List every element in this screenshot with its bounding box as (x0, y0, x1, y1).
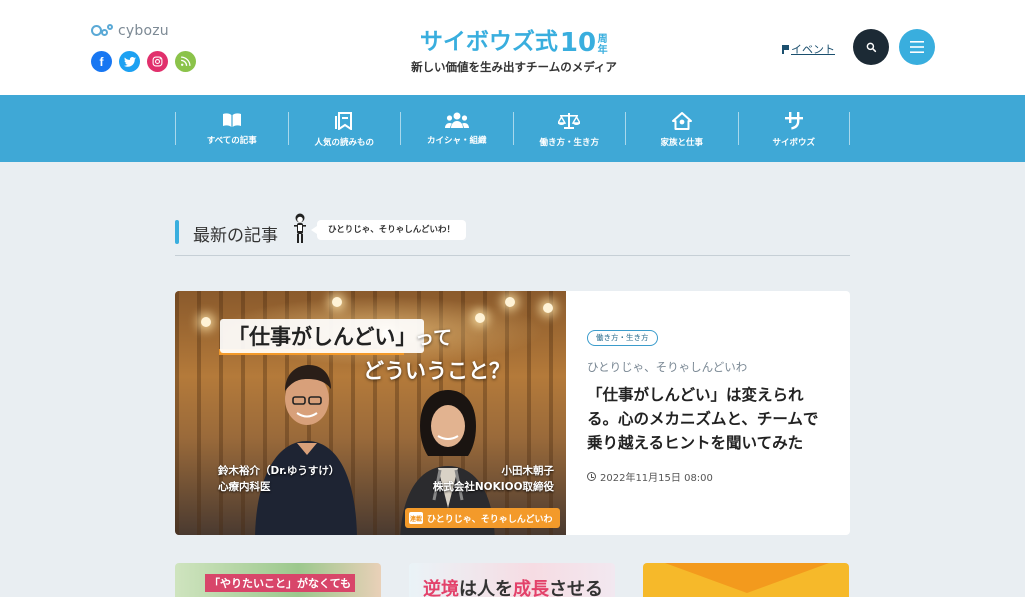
brand-title: サイボウズ式 (419, 29, 558, 55)
nav-item-label: カイシャ・組織 (426, 136, 487, 146)
speech-bubble: ひとりじゃ、そりゃしんどいわ！ (311, 220, 466, 240)
series-badge: 連載 ひとりじゃ、そりゃしんどいわ (405, 508, 561, 528)
category-tag[interactable]: 働き方・生き方 (587, 330, 658, 346)
image-headline-tte: って (415, 327, 453, 349)
nav-item-label: 人気の読みもの (314, 138, 374, 148)
section-accent-bar (175, 220, 179, 244)
clock-icon (587, 472, 596, 481)
search-button[interactable] (853, 29, 889, 65)
event-link[interactable]: イベント (782, 41, 835, 57)
facebook-icon[interactable]: f (91, 51, 112, 72)
mascot-icon (294, 213, 306, 243)
nav-item-popular[interactable]: 人気の読みもの (287, 112, 401, 148)
twitter-icon[interactable] (119, 51, 140, 72)
article-series[interactable]: ひとりじゃ、そりゃしんどいわ (587, 359, 827, 375)
people-icon (444, 112, 469, 128)
nav-item-label: サイボウズ (772, 138, 815, 148)
bookmark-icon (335, 112, 353, 130)
brand-tagline: 新しい価値を生み出すチームのメディア (411, 60, 617, 74)
person-man-figure (255, 365, 357, 535)
series-badge-label: ひとりじゃ、そりゃしんどいわ (427, 514, 553, 525)
rss-icon[interactable] (175, 51, 196, 72)
nav-item-company[interactable]: カイシャ・組織 (400, 112, 513, 146)
nav-item-family[interactable]: 家族と仕事 (625, 112, 738, 148)
search-icon (866, 42, 876, 52)
nav-item-label: 働き方・生き方 (539, 138, 599, 148)
nav-item-label: 家族と仕事 (660, 138, 703, 148)
cybozu-logo-mark (91, 22, 115, 40)
brand-ten: 10 (559, 28, 597, 58)
book-icon (222, 112, 242, 128)
article-date: 2022年11月15日 08:00 (587, 469, 827, 484)
image-headline-rest: どういうこと？ (363, 359, 510, 383)
house-icon (671, 112, 692, 130)
instagram-icon[interactable] (147, 51, 168, 72)
article-card[interactable]: 逆境は人を成長させる (409, 563, 615, 597)
hamburger-icon (910, 41, 924, 53)
event-link-label: イベント (791, 43, 835, 56)
category-nav: すべての記事 人気の読みもの カイシャ・組織 働き方・生き方 家族と仕事 サイボ… (0, 95, 1025, 162)
featured-article-image[interactable]: 「仕事がしんどい」 って どういうこと？ 鈴木裕介（Dr.ゆうすけ） 心療内科医… (175, 291, 566, 535)
cybozu-logo-text: cybozu (118, 23, 169, 39)
article-card-image-shape (665, 563, 829, 593)
featured-article-body: 働き方・生き方 ひとりじゃ、そりゃしんどいわ 「仕事がしんどい」は変えられる。心… (587, 325, 827, 484)
nav-item-cybozu[interactable]: サイボウズ (737, 112, 850, 148)
article-card[interactable]: 「やりたいこと」がなくても (175, 563, 381, 597)
image-caption-left: 鈴木裕介（Dr.ゆうすけ） 心療内科医 (218, 465, 340, 493)
article-card-image-text: 逆境は人を成長させる (423, 579, 603, 597)
brand-anniversary: 周年 (597, 34, 608, 56)
featured-article-card[interactable]: 「仕事がしんどい」 って どういうこと？ 鈴木裕介（Dr.ゆうすけ） 心療内科医… (175, 291, 850, 535)
nav-item-label: すべての記事 (206, 136, 257, 146)
article-date-text: 2022年11月15日 08:00 (600, 473, 713, 484)
nav-item-workstyle[interactable]: 働き方・生き方 (512, 112, 626, 148)
cybozu-sa-icon (784, 112, 803, 130)
nav-item-all-articles[interactable]: すべての記事 (175, 112, 288, 146)
article-card-image-text: 「やりたいこと」がなくても (205, 574, 356, 592)
article-title[interactable]: 「仕事がしんどい」は変えられる。心のメカニズムと、チームで乗り越えるヒントを聞い… (587, 383, 827, 455)
series-badge-mark: 連載 (409, 512, 423, 524)
image-caption-right: 小田木朝子 株式会社NOKIOO取締役 (432, 465, 554, 493)
article-card[interactable] (643, 563, 849, 597)
social-links: f (91, 51, 196, 72)
site-header: cybozu f サイボウズ式 10 周年 新しい価値を生み出すチームのメディア… (0, 0, 1025, 95)
cybozu-logo[interactable]: cybozu (91, 22, 169, 40)
image-headline-quote: 「仕事がしんどい」 (220, 319, 425, 353)
section-title: 最新の記事 (193, 226, 278, 246)
menu-button[interactable] (899, 29, 935, 65)
site-brand[interactable]: サイボウズ式 10 周年 新しい価値を生み出すチームのメディア (398, 22, 630, 75)
scale-icon (558, 112, 581, 130)
flag-icon (782, 44, 789, 54)
latest-articles-header: 最新の記事 ひとりじゃ、そりゃしんどいわ！ (175, 213, 850, 256)
